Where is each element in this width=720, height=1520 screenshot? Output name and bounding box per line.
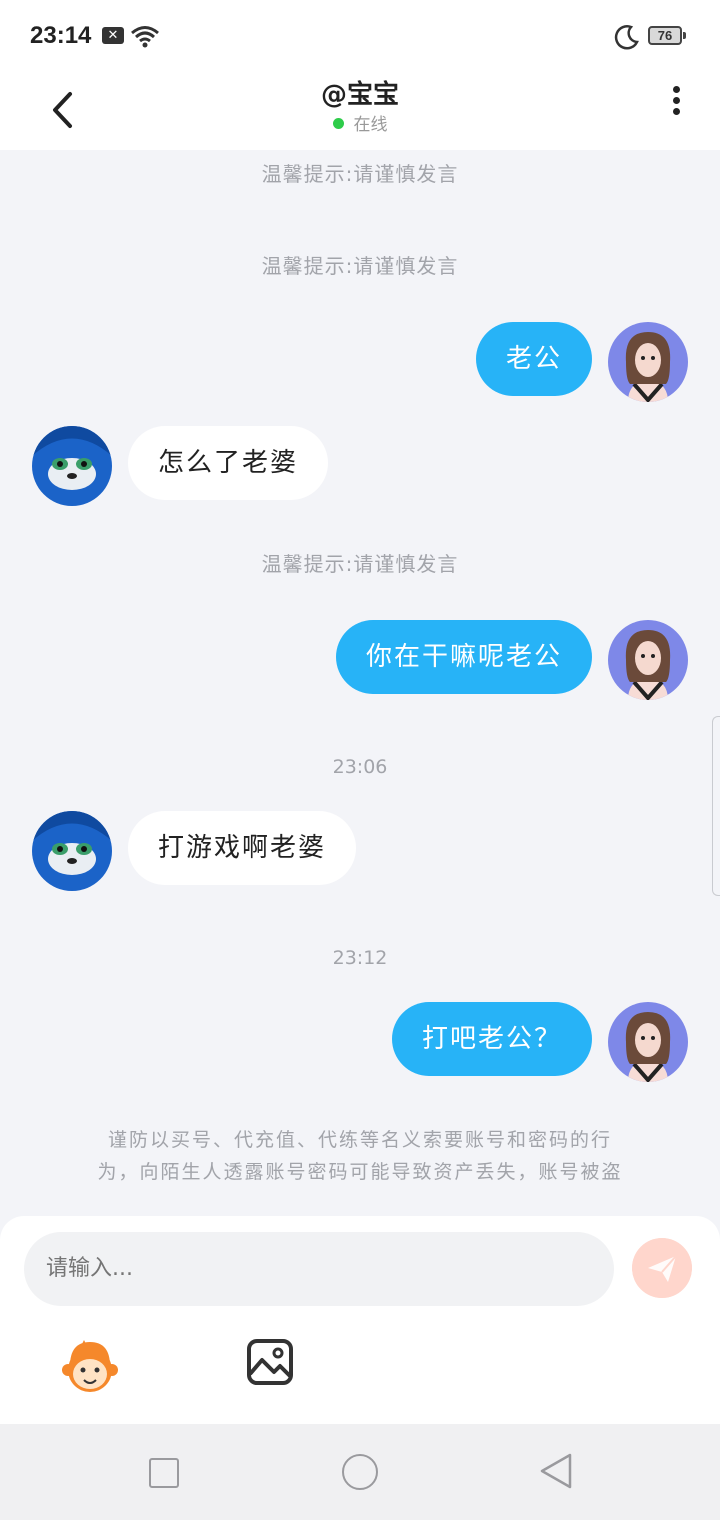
- message-bubble-received[interactable]: 怎么了老婆: [128, 426, 329, 500]
- online-status-label: 在线: [353, 115, 388, 135]
- system-tip: 温馨提示:请谨慎发言: [261, 254, 459, 278]
- status-bar: 23:14 ✕ 76: [0, 0, 720, 70]
- notification-icon: ✕: [102, 27, 124, 44]
- message-bubble-sent[interactable]: 打吧老公？: [391, 1002, 592, 1076]
- my-avatar[interactable]: [608, 322, 688, 402]
- contact-avatar[interactable]: [32, 426, 112, 506]
- more-options-button[interactable]: [660, 82, 692, 138]
- message-timestamp: 23:12: [332, 947, 388, 969]
- system-tip: 温馨提示:请谨慎发言: [261, 162, 459, 186]
- page-title: @宝宝: [320, 80, 399, 110]
- image-icon[interactable]: [246, 1338, 294, 1386]
- system-tip: 温馨提示:请谨慎发言: [261, 552, 459, 576]
- side-drawer-handle[interactable]: [712, 716, 720, 896]
- dot-icon: [672, 97, 680, 104]
- message-composer: [0, 1216, 720, 1424]
- message-input[interactable]: [24, 1232, 614, 1306]
- warning-line: 谨防以买号、代充值、代练等名义索要账号和密码的行: [107, 1129, 612, 1151]
- online-dot-icon: [332, 118, 344, 129]
- message-bubble-received[interactable]: 打游戏啊老婆: [128, 811, 357, 885]
- home-button[interactable]: [342, 1454, 378, 1490]
- system-back-button[interactable]: [538, 1452, 574, 1490]
- message-timestamp: 23:06: [332, 756, 388, 778]
- security-warning: 谨防以买号、代充值、代练等名义索要账号和密码的行 为，向陌生人透露账号密码可能导…: [40, 1124, 680, 1188]
- contact-avatar[interactable]: [32, 811, 112, 891]
- my-avatar[interactable]: [608, 1002, 688, 1082]
- message-bubble-sent[interactable]: 你在干嘛呢老公: [335, 620, 592, 694]
- dot-icon: [672, 86, 680, 93]
- warning-line: 为，向陌生人透露账号密码可能导致资产丢失，账号被盗: [97, 1161, 623, 1183]
- message-bubble-sent[interactable]: 老公: [475, 322, 592, 396]
- emoji-icon[interactable]: [60, 1336, 120, 1396]
- status-time: 23:14: [30, 22, 92, 49]
- wifi-icon: [131, 26, 159, 48]
- chat-area[interactable]: 温馨提示:请谨慎发言 温馨提示:请谨慎发言 老公 怎么了老婆 温馨提示:请谨慎发…: [0, 150, 720, 1216]
- chat-header: @宝宝 在线: [0, 70, 720, 150]
- send-button[interactable]: [632, 1238, 692, 1298]
- online-status: 在线: [0, 110, 720, 135]
- dot-icon: [672, 108, 680, 115]
- system-navigation-bar: [0, 1424, 720, 1520]
- my-avatar[interactable]: [608, 620, 688, 700]
- recent-apps-button[interactable]: [149, 1458, 179, 1488]
- battery-icon: 76: [648, 26, 686, 45]
- moon-icon: [614, 25, 639, 50]
